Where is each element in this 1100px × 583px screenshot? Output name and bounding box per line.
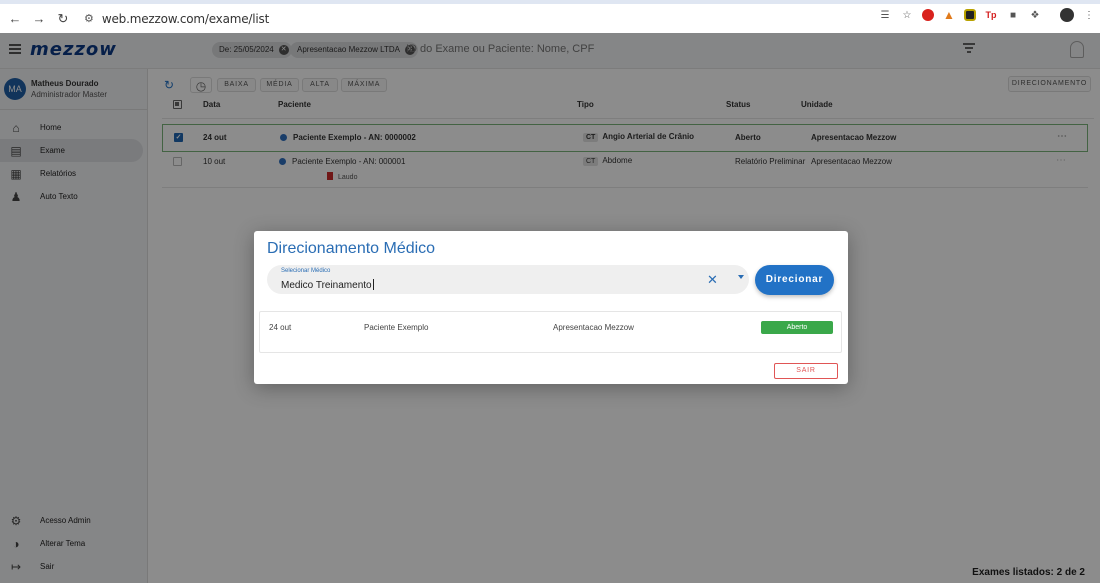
chevron-down-icon[interactable]	[738, 275, 744, 279]
reload-icon[interactable]: ↻	[52, 8, 74, 30]
sair-button[interactable]: SAIR	[774, 363, 838, 379]
summary-date: 24 out	[269, 323, 292, 332]
status-badge: Aberto	[761, 321, 833, 334]
doctor-select[interactable]: Selecionar Médico Medico Treinamento ✕	[267, 265, 749, 294]
translate-icon[interactable]: ☰	[878, 8, 892, 22]
browser-toolbar: ← → ↻ ⚙ web.mezzow.com/exame/list ☰ ☆ ▲ …	[0, 0, 1100, 33]
selected-doctor: Medico Treinamento	[281, 280, 372, 291]
direcionar-button[interactable]: Direcionar	[755, 265, 834, 295]
address-bar[interactable]: web.mezzow.com/exame/list	[102, 12, 269, 26]
window-extension-icon[interactable]: ■	[1006, 8, 1020, 22]
site-settings-icon[interactable]: ⚙	[84, 12, 94, 25]
metamask-extension-icon[interactable]: ▲	[942, 8, 956, 22]
opera-extension-icon[interactable]	[922, 9, 934, 21]
browser-menu-icon[interactable]: ⋮	[1082, 8, 1096, 22]
clear-icon[interactable]: ✕	[707, 272, 718, 288]
forward-icon[interactable]: →	[28, 8, 50, 30]
tp-extension-icon[interactable]: Tp	[984, 8, 998, 22]
summary-unit: Apresentacao Mezzow	[553, 323, 634, 332]
select-value[interactable]: Medico Treinamento	[281, 279, 374, 291]
select-label: Selecionar Médico	[281, 268, 331, 274]
direcionamento-dialog: Direcionamento Médico Selecionar Médico …	[254, 231, 848, 384]
text-caret	[372, 279, 374, 290]
dialog-title: Direcionamento Médico	[267, 240, 436, 257]
summary-patient: Paciente Exemplo	[364, 323, 429, 332]
extensions-area: ☰ ☆ ▲ Tp ■ ❖ ⋮	[878, 8, 1096, 22]
bookmark-star-icon[interactable]: ☆	[900, 8, 914, 22]
puzzle-extensions-icon[interactable]: ❖	[1028, 8, 1042, 22]
exam-summary-row: 24 out Paciente Exemplo Apresentacao Mez…	[259, 311, 842, 353]
dark-extension-icon[interactable]	[964, 9, 976, 21]
profile-avatar-icon[interactable]	[1060, 8, 1074, 22]
back-icon[interactable]: ←	[4, 8, 26, 30]
